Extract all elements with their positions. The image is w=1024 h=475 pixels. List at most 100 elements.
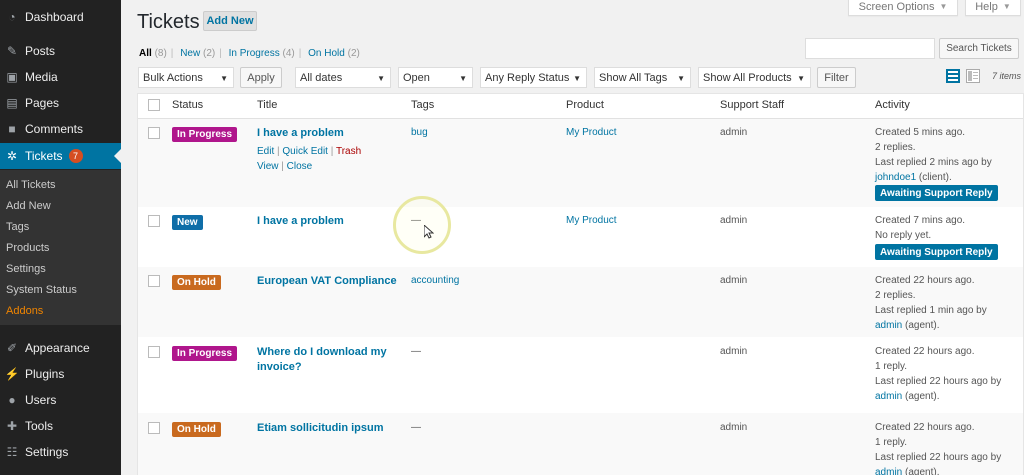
row-checkbox[interactable] <box>148 346 160 358</box>
menu-pages[interactable]: ▤ Pages <box>0 90 121 116</box>
submenu-products[interactable]: Products <box>6 242 49 254</box>
activity-line: Created 22 hours ago. <box>875 346 975 357</box>
chevron-down-icon: ▼ <box>939 2 948 11</box>
ticket-title-link[interactable]: I have a problem <box>257 214 344 229</box>
submenu-tags[interactable]: Tags <box>6 221 29 233</box>
menu-dashboard[interactable]: ◔ Dashboard <box>0 4 121 30</box>
menu-media[interactable]: ▣ Media <box>0 64 121 90</box>
ticket-staff: admin <box>720 127 748 138</box>
ticket-activity: Created 22 hours ago. 1 reply. Last repl… <box>875 344 1001 404</box>
bulk-actions-value: Bulk Actions <box>143 71 203 84</box>
activity-line: Last replied 1 min ago by <box>875 305 987 316</box>
column-header-activity[interactable]: Activity <box>875 99 910 111</box>
column-header-title[interactable]: Title <box>257 99 277 111</box>
screen-options-tab[interactable]: Screen Options ▼ <box>848 0 958 16</box>
menu-label: Posts <box>25 44 56 58</box>
menu-label: Plugins <box>25 367 65 381</box>
ticket-activity: Created 22 hours ago. 2 replies. Last re… <box>875 273 987 333</box>
reply-status-select[interactable]: Any Reply Status ▼ <box>480 67 587 88</box>
edit-link[interactable]: Edit <box>257 146 274 157</box>
ticket-tag-link[interactable]: accounting <box>411 273 459 288</box>
filter-in-progress-count: (4) <box>282 48 295 59</box>
close-link[interactable]: Close <box>287 161 313 172</box>
chevron-down-icon: ▼ <box>220 74 228 83</box>
ticket-product-link[interactable]: My Product <box>566 125 617 140</box>
status-badge: On Hold <box>172 422 221 437</box>
dates-select[interactable]: All dates ▼ <box>295 67 391 88</box>
activity-line: Created 22 hours ago. <box>875 422 975 433</box>
cursor-highlight <box>393 196 451 254</box>
awaiting-reply-badge: Awaiting Support Reply <box>875 185 998 201</box>
menu-posts[interactable]: ✎ Posts <box>0 38 121 64</box>
menu-label: Settings <box>25 445 69 459</box>
activity-user-link[interactable]: admin <box>875 320 902 331</box>
row-checkbox[interactable] <box>148 275 160 287</box>
tags-value: Show All Tags <box>599 71 668 84</box>
menu-label: Tickets <box>25 149 63 163</box>
ticket-title-link[interactable]: Etiam sollicitudin ipsum <box>257 421 384 436</box>
filter-button[interactable]: Filter <box>817 67 856 88</box>
menu-label: Comments <box>25 122 84 136</box>
row-checkbox[interactable] <box>148 422 160 434</box>
select-all-checkbox[interactable] <box>148 99 160 111</box>
bulk-actions-select[interactable]: Bulk Actions ▼ <box>138 67 234 88</box>
filter-new-link[interactable]: New <box>180 48 200 59</box>
state-select[interactable]: Open ▼ <box>398 67 473 88</box>
title-line: invoice? <box>257 361 302 373</box>
filter-on-hold-link[interactable]: On Hold <box>308 48 345 59</box>
activity-line: Created 5 mins ago. <box>875 127 966 138</box>
row-checkbox[interactable] <box>148 215 160 227</box>
menu-tools[interactable]: ✚ Tools <box>0 413 121 439</box>
add-new-button[interactable]: Add New <box>203 11 257 31</box>
column-header-product: Product <box>566 99 604 111</box>
search-tickets-button[interactable]: Search Tickets <box>939 38 1019 59</box>
menu-plugins[interactable]: ⚡ Plugins <box>0 361 121 387</box>
lifebuoy-icon: ✲ <box>6 149 18 163</box>
menu-appearance[interactable]: ✐ Appearance <box>0 335 121 361</box>
activity-line: 2 replies. <box>875 142 916 153</box>
chevron-down-icon: ▼ <box>573 74 581 83</box>
ticket-title-link[interactable]: I have a problem <box>257 126 344 141</box>
menu-label: Media <box>25 70 58 84</box>
apply-button[interactable]: Apply <box>240 67 282 88</box>
ticket-title-link[interactable]: Where do I download my invoice? <box>257 345 387 375</box>
quick-edit-link[interactable]: Quick Edit <box>282 146 328 157</box>
tags-select[interactable]: Show All Tags ▼ <box>594 67 691 88</box>
row-checkbox[interactable] <box>148 127 160 139</box>
submenu-add-new[interactable]: Add New <box>6 200 51 212</box>
activity-role: (agent). <box>902 320 940 331</box>
list-view-icon[interactable] <box>946 69 960 83</box>
ticket-activity: Created 7 mins ago. No reply yet. <box>875 213 965 243</box>
submenu-all-tickets[interactable]: All Tickets <box>6 179 56 191</box>
activity-user-link[interactable]: admin <box>875 467 902 475</box>
ticket-product-link[interactable]: My Product <box>566 213 617 228</box>
ticket-tag-link[interactable]: bug <box>411 125 428 140</box>
menu-label: Pages <box>25 96 60 110</box>
filter-in-progress-link[interactable]: In Progress <box>229 48 280 59</box>
ticket-title-link[interactable]: European VAT Compliance <box>257 274 397 289</box>
submenu-settings[interactable]: Settings <box>6 263 46 275</box>
activity-user-link[interactable]: johndoe1 <box>875 172 916 183</box>
menu-comments[interactable]: ■ Comments <box>0 116 121 142</box>
products-select[interactable]: Show All Products ▼ <box>698 67 811 88</box>
users-icon: ● <box>8 393 16 407</box>
reply-status-value: Any Reply Status <box>485 71 570 84</box>
tickets-submenu: All Tickets Add New Tags Products Settin… <box>0 170 121 325</box>
help-tab[interactable]: Help ▼ <box>965 0 1021 16</box>
activity-user-link[interactable]: admin <box>875 391 902 402</box>
settings-icon: ☷ <box>6 445 18 459</box>
menu-settings[interactable]: ☷ Settings <box>0 439 121 465</box>
activity-role: (agent). <box>902 467 940 475</box>
submenu-system-status[interactable]: System Status <box>6 284 77 296</box>
ticket-staff: admin <box>720 422 748 433</box>
trash-link[interactable]: Trash <box>336 146 361 157</box>
menu-users[interactable]: ● Users <box>0 387 121 413</box>
column-header-status[interactable]: Status <box>172 99 203 111</box>
search-input[interactable] <box>805 38 935 59</box>
menu-tickets[interactable]: ✲ Tickets 7 <box>0 143 121 169</box>
submenu-addons[interactable]: Addons <box>6 305 43 317</box>
screen-options-label: Screen Options <box>858 0 935 13</box>
filter-all-link[interactable]: All <box>139 48 152 59</box>
view-link[interactable]: View <box>257 161 279 172</box>
excerpt-view-icon[interactable] <box>966 69 980 83</box>
